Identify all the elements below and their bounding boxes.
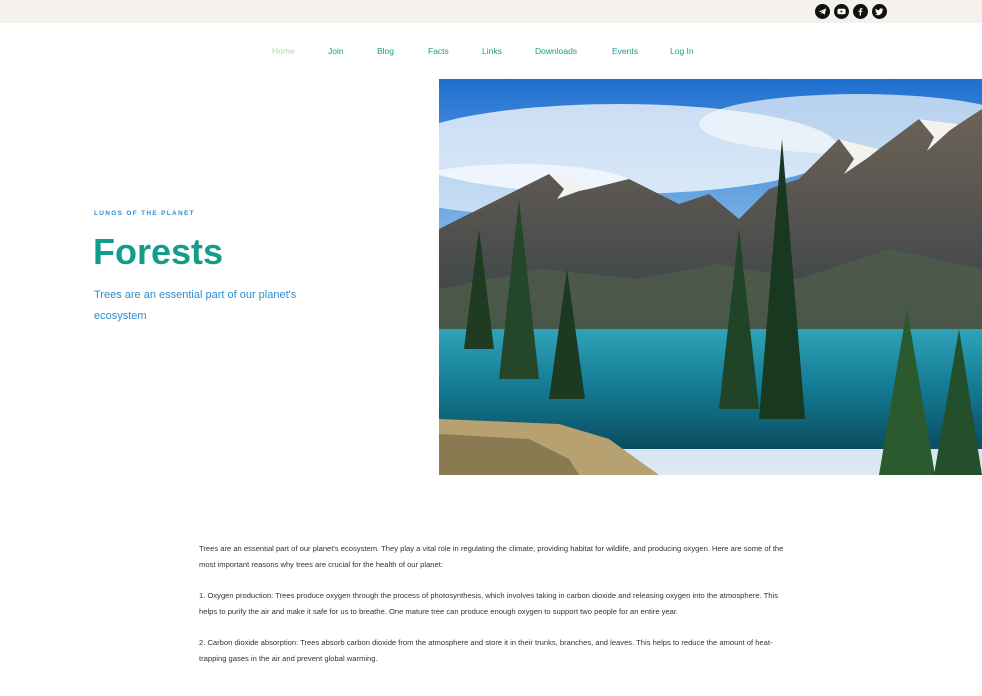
telegram-icon[interactable]	[815, 4, 830, 19]
nav-login[interactable]: Log In	[670, 46, 694, 56]
hero-subtitle: Trees are an essential part of our plane…	[94, 289, 297, 322]
nav-events[interactable]: Events	[612, 46, 638, 56]
article-body: Trees are an essential part of our plane…	[199, 541, 785, 682]
paragraph: 1. Oxygen production: Trees produce oxyg…	[199, 591, 779, 616]
nav-blog[interactable]: Blog	[377, 46, 394, 56]
nav-home[interactable]: Home	[272, 46, 295, 56]
youtube-icon[interactable]	[834, 4, 849, 19]
nav-join[interactable]: Join	[328, 46, 344, 56]
paragraph: Trees are an essential part of our plane…	[199, 544, 784, 569]
nav-downloads[interactable]: Downloads	[535, 46, 577, 56]
nav-links[interactable]: Links	[482, 46, 502, 56]
facebook-icon[interactable]	[853, 4, 868, 19]
top-bar	[0, 0, 982, 23]
nav-facts[interactable]: Facts	[428, 46, 449, 56]
twitter-icon[interactable]	[872, 4, 887, 19]
main-nav: Home Join Blog Facts Links Downloads Eve…	[0, 46, 982, 58]
page-title: Forests	[93, 231, 224, 272]
hero-image	[439, 79, 982, 475]
social-links	[815, 4, 887, 19]
hero-eyebrow: LUNGS OF THE PLANET	[94, 210, 195, 217]
paragraph: 2. Carbon dioxide absorption: Trees abso…	[199, 638, 773, 663]
